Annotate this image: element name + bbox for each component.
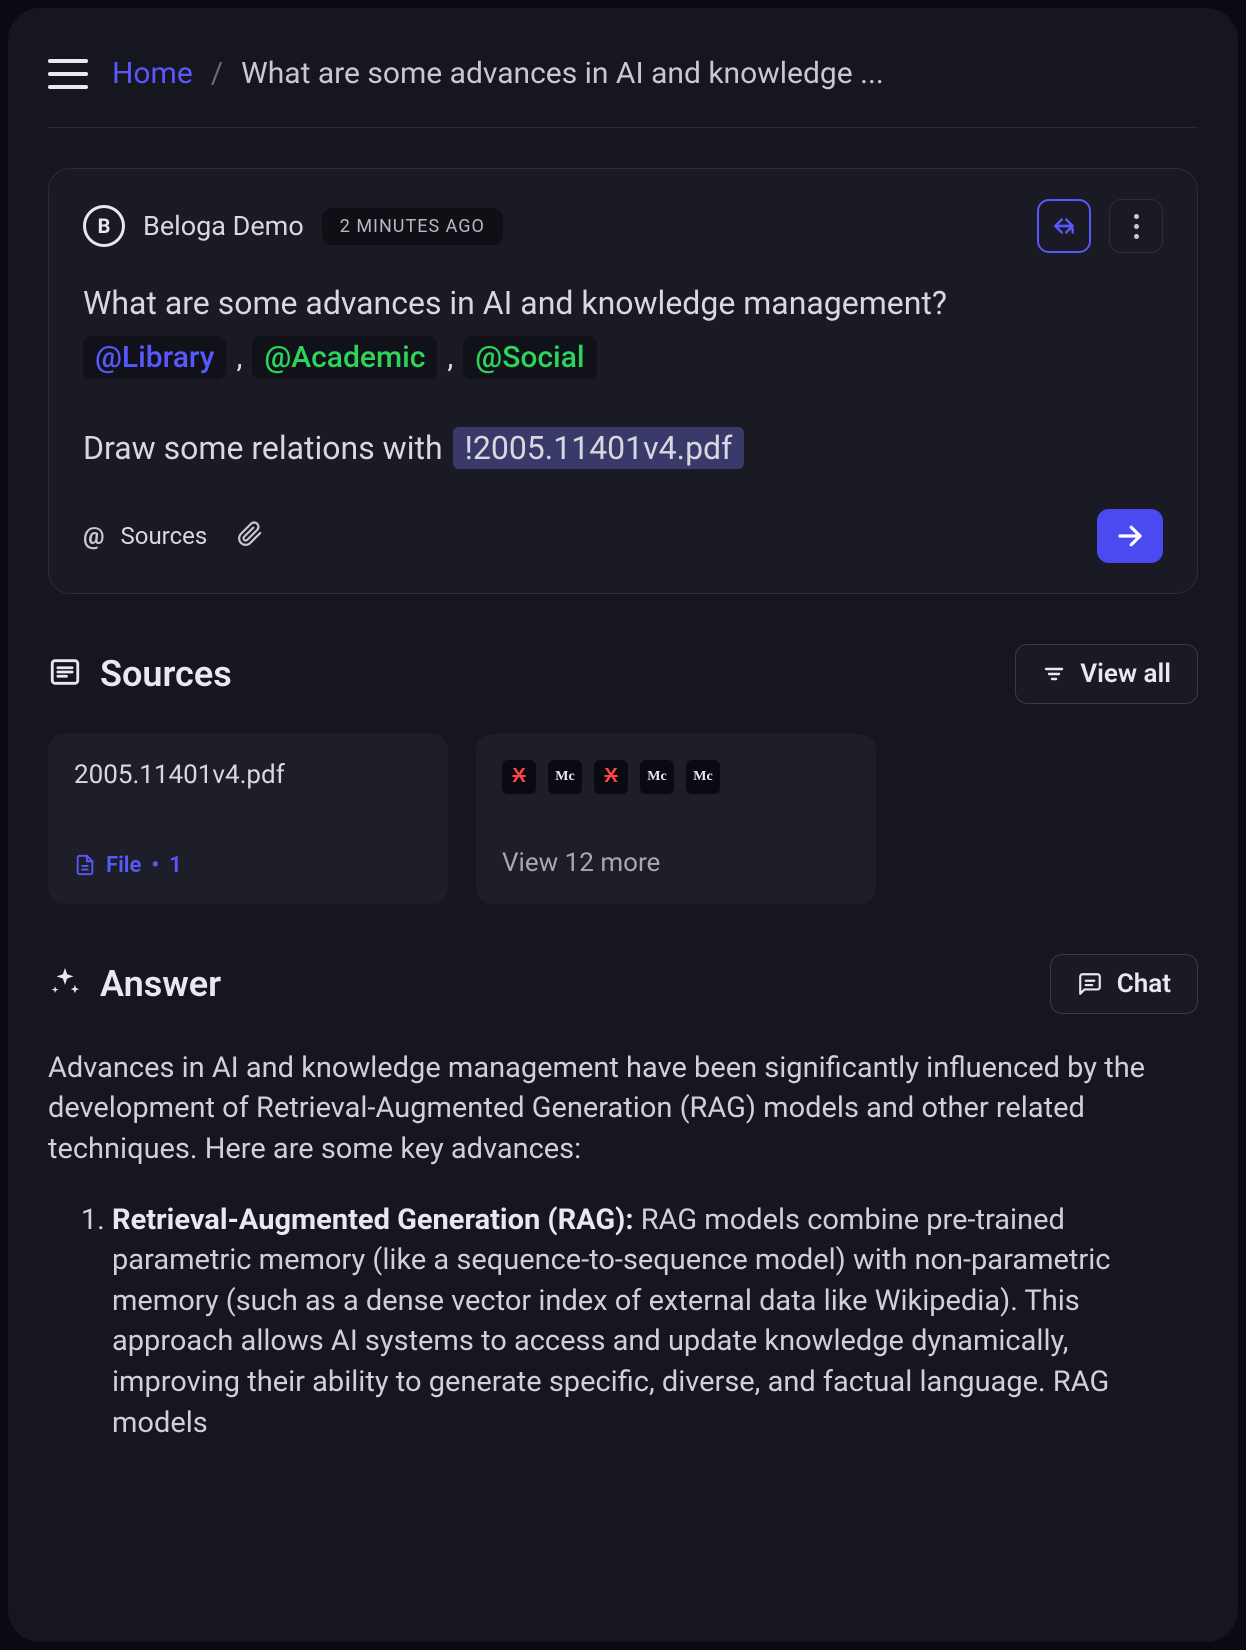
source-count: 1 (169, 853, 182, 878)
chat-icon (1077, 971, 1103, 997)
breadcrumb-separator: / (211, 56, 223, 91)
answer-heading: Answer (100, 963, 221, 1005)
view-more-label: View 12 more (502, 848, 850, 878)
source-title: 2005.11401v4.pdf (74, 760, 422, 790)
relation-row: Draw some relations with !2005.11401v4.p… (83, 427, 1163, 469)
file-icon (74, 854, 96, 876)
answer-item-body: RAG models combine pre-trained parametri… (112, 1203, 1110, 1440)
attach-button[interactable] (237, 521, 263, 551)
answer-list-item: Retrieval-Augmented Generation (RAG): RA… (112, 1200, 1198, 1444)
source-thumb-icon: X (594, 760, 628, 794)
answer-body: Advances in AI and knowledge management … (48, 1048, 1198, 1443)
list-icon (48, 655, 82, 693)
breadcrumb-current: What are some advances in AI and knowled… (241, 56, 884, 91)
tag-social[interactable]: @Social (463, 336, 596, 379)
sparkle-icon (48, 965, 82, 1003)
filter-icon (1042, 662, 1066, 686)
relation-prefix: Draw some relations with (83, 429, 443, 467)
share-icon (1051, 213, 1077, 239)
tag-library[interactable]: @Library (83, 336, 226, 379)
tag-academic[interactable]: @Academic (252, 336, 437, 379)
more-icon (1134, 214, 1139, 239)
send-button[interactable] (1097, 509, 1163, 563)
source-thumb-icon: Mc (640, 760, 674, 794)
breadcrumb-home[interactable]: Home (112, 56, 193, 91)
paperclip-icon (237, 521, 263, 547)
tag-row: @Library , @Academic , @Social (83, 336, 1163, 379)
file-reference[interactable]: !2005.11401v4.pdf (453, 427, 745, 469)
breadcrumb: Home / What are some advances in AI and … (112, 56, 884, 91)
sources-label: Sources (121, 522, 208, 550)
share-button[interactable] (1037, 199, 1091, 253)
source-thumb-icon: Mc (686, 760, 720, 794)
query-text: What are some advances in AI and knowled… (83, 281, 1163, 326)
source-card-file[interactable]: 2005.11401v4.pdf File • 1 (48, 734, 448, 904)
sources-section-header: Sources View all (48, 644, 1198, 704)
source-type: File (106, 853, 141, 878)
answer-item-title: Retrieval-Augmented Generation (RAG): (112, 1203, 634, 1237)
view-all-button[interactable]: View all (1015, 644, 1198, 704)
menu-button[interactable] (48, 59, 88, 89)
view-all-label: View all (1080, 659, 1171, 689)
answer-section-header: Answer Chat (48, 954, 1198, 1014)
sources-button[interactable]: @ Sources (83, 522, 207, 550)
chat-label: Chat (1117, 969, 1171, 999)
source-card-more[interactable]: X Mc X Mc Mc View 12 more (476, 734, 876, 904)
chat-button[interactable]: Chat (1050, 954, 1198, 1014)
arrow-right-icon (1115, 521, 1145, 551)
query-card: B Beloga Demo 2 MINUTES AGO What are som… (48, 168, 1198, 594)
answer-intro: Advances in AI and knowledge management … (48, 1048, 1198, 1170)
source-thumb-icon: Mc (548, 760, 582, 794)
more-options-button[interactable] (1109, 199, 1163, 253)
sources-heading: Sources (100, 653, 232, 695)
username: Beloga Demo (143, 210, 304, 242)
timestamp-badge: 2 MINUTES AGO (322, 208, 503, 245)
at-icon: @ (83, 522, 105, 550)
source-thumb-icon: X (502, 760, 536, 794)
avatar: B (83, 205, 125, 247)
source-thumbnails: X Mc X Mc Mc (502, 760, 850, 794)
